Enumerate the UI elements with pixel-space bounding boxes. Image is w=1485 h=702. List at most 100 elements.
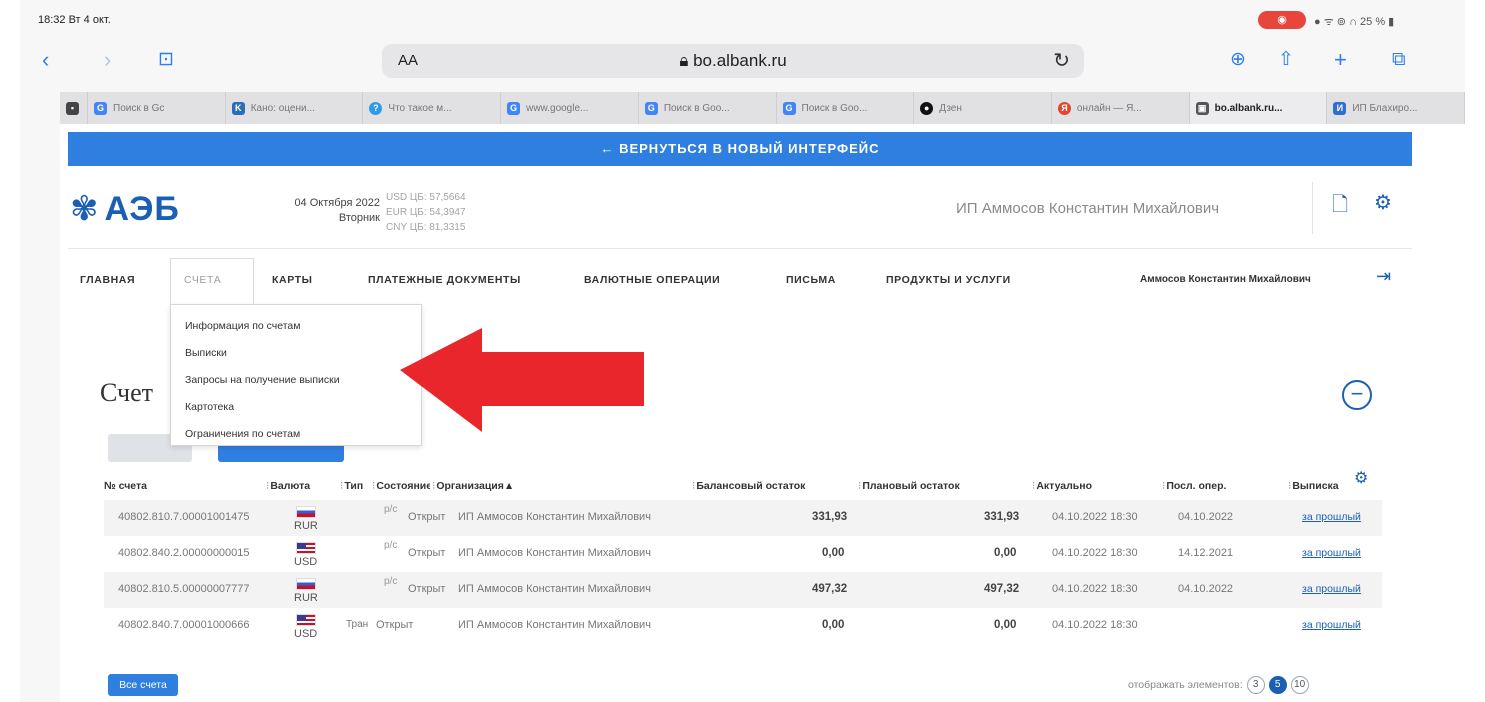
currency-code: RUR <box>294 592 318 604</box>
status-time: 18:32 Вт 4 окт. <box>38 14 111 26</box>
col-currency[interactable]: ⁝Валюта <box>266 480 310 492</box>
nav-cards[interactable]: КАРТЫ <box>272 274 313 286</box>
bank-logo[interactable]: ✾ АЭБ <box>70 186 180 232</box>
nav-letters[interactable]: ПИСЬМА <box>786 274 836 286</box>
menu-item-account-restrictions[interactable]: Ограничения по счетам <box>171 421 421 448</box>
account-number: 40802.840.2.00000000015 <box>118 547 250 559</box>
browser-tab[interactable]: ● Дзен <box>914 92 1052 124</box>
col-type[interactable]: ⁝Тип <box>340 480 363 492</box>
back-icon[interactable]: ‹ <box>42 46 49 74</box>
page-title: Счет <box>100 378 153 407</box>
account-type: р/с <box>384 504 398 515</box>
statement-link[interactable]: за прошлый <box>1302 511 1361 523</box>
settings-gear-icon[interactable]: ⚙ <box>1374 190 1392 215</box>
address-bar[interactable]: AA 🔒︎ bo.albank.ru ↻ <box>382 44 1084 78</box>
rate-cny: CNY ЦБ: 81,3315 <box>386 222 466 233</box>
page-size-option[interactable]: 3 <box>1246 676 1265 694</box>
statement-link[interactable]: за прошлый <box>1302 547 1361 559</box>
rate-usd: USD ЦБ: 57,5664 <box>386 192 466 203</box>
col-balance[interactable]: ⁝Балансовый остаток <box>692 480 805 492</box>
table-row[interactable]: 40802.810.5.00000007777 RUR р/с Открыт И… <box>104 572 1382 608</box>
accounts-dropdown-menu: Информация по счетам Выписки Запросы на … <box>170 304 422 446</box>
browser-tab[interactable]: K Кано: оцени... <box>226 92 364 124</box>
menu-item-card-index[interactable]: Картотека <box>171 394 421 421</box>
tab-favicon-icon: Я <box>1057 101 1071 115</box>
statement-link[interactable]: за прошлый <box>1302 619 1361 631</box>
logo-text: АЭБ <box>104 189 180 228</box>
url-text[interactable]: 🔒︎ bo.albank.ru <box>382 51 1084 71</box>
statement-link[interactable]: за прошлый <box>1302 583 1361 595</box>
col-statement[interactable]: ⁝Выписка <box>1288 480 1339 492</box>
bookmarks-icon[interactable]: ⊡ <box>158 46 174 74</box>
browser-tab[interactable]: G Поиск в Goo... <box>639 92 777 124</box>
currency-code: RUR <box>294 520 318 532</box>
browser-tab[interactable]: G Поиск в Gc <box>88 92 226 124</box>
tab-favicon-icon: G <box>644 101 658 115</box>
tab-favicon-icon: ● <box>920 101 934 115</box>
nav-payment-documents[interactable]: ПЛАТЕЖНЫЕ ДОКУМЕНТЫ <box>368 274 521 286</box>
menu-item-account-info[interactable]: Информация по счетам <box>171 313 421 340</box>
browser-tab-bar: ▪ G Поиск в Gc K Кано: оцени... ? Что такое… <box>60 92 1465 124</box>
col-account-number[interactable]: № счета <box>104 480 147 492</box>
return-new-interface-link[interactable]: ← ВЕРНУТЬСЯ В НОВЫЙ ИНТЕРФЕЙС <box>68 132 1412 166</box>
browser-tab[interactable]: ? Что такое м... <box>363 92 502 124</box>
col-state[interactable]: ⁝Состояние <box>372 480 430 492</box>
nav-user-name[interactable]: Аммосов Константин Михайлович <box>1140 274 1311 285</box>
col-actual[interactable]: ⁝Актуально <box>1032 480 1092 492</box>
page-size-option-active[interactable]: 5 <box>1268 676 1287 694</box>
browser-tab[interactable]: G Поиск в Goo... <box>777 92 915 124</box>
account-type: р/с <box>384 576 398 587</box>
tabs-overview-icon[interactable]: ⧉ <box>1392 46 1406 74</box>
table-settings-gear-icon[interactable]: ⚙ <box>1354 468 1368 488</box>
browser-tab-active[interactable]: ▣ bo.albank.ru... <box>1189 92 1328 124</box>
share-icon[interactable]: ⇧ <box>1278 46 1294 74</box>
planned-balance: 0,00 <box>994 547 1017 559</box>
col-last-operation[interactable]: ⁝Посл. опер. <box>1162 480 1226 492</box>
page-size-option[interactable]: 10 <box>1290 676 1309 694</box>
flag-ru-icon <box>296 578 316 590</box>
table-row[interactable]: 40802.840.2.00000000015 USD р/с Открыт И… <box>104 536 1382 572</box>
nav-home[interactable]: ГЛАВНАЯ <box>80 274 135 286</box>
download-icon[interactable]: ⊕ <box>1230 46 1246 74</box>
last-operation-date: 04.10.2022 <box>1178 583 1234 595</box>
tab-favicon-icon: K <box>231 101 245 115</box>
balance: 497,32 <box>812 583 848 595</box>
tab-favicon-icon: G <box>782 101 796 115</box>
account-number: 40802.810.5.00000007777 <box>118 583 250 595</box>
tab-close[interactable]: ▪ <box>60 92 88 124</box>
account-number: 40802.810.7.00001001475 <box>118 511 250 523</box>
reload-icon[interactable]: ↻ <box>1053 48 1070 73</box>
browser-tab[interactable]: Gwww.google... <box>501 92 639 124</box>
col-organization[interactable]: ⁝Организация▲ <box>432 480 514 492</box>
last-operation-date: 04.10.2022 <box>1178 511 1234 523</box>
flag-us-icon <box>296 614 316 626</box>
browser-tab[interactable]: И ИП Блахиро... <box>1327 92 1465 124</box>
page-size-label: отображать элементов: <box>1128 679 1243 691</box>
document-icon[interactable]: 🗋︎ <box>1332 190 1348 224</box>
ipad-screen: 18:32 Вт 4 окт. ◉ ● ᯤ ⊚ ∩ 25 % ▮ ‹ › ⊡ A… <box>20 0 1465 702</box>
currency-code: USD <box>294 628 318 640</box>
all-accounts-button[interactable]: Все счета <box>108 674 178 696</box>
table-row[interactable]: 40802.840.7.00001000666 USD Тран Открыт … <box>104 608 1382 644</box>
menu-item-statement-requests[interactable]: Запросы на получение выписки <box>171 367 421 394</box>
menu-item-statements[interactable]: Выписки <box>171 340 421 367</box>
actual-date: 04.10.2022 18:30 <box>1052 511 1138 523</box>
screen-recording-icon[interactable]: ◉ <box>1258 11 1306 29</box>
collapse-minus-icon[interactable]: − <box>1342 380 1372 410</box>
browser-tab[interactable]: Яонлайн — Я... <box>1052 92 1190 124</box>
actual-date: 04.10.2022 18:30 <box>1052 619 1138 631</box>
tab-favicon-icon: ▣ <box>1195 101 1209 115</box>
table-row[interactable]: 40802.810.7.00001001475 RUR р/с Открыт И… <box>104 500 1382 536</box>
forward-icon[interactable]: › <box>104 46 111 74</box>
currency-rates: USD ЦБ: 57,5664 EUR ЦБ: 54,3947 CNY ЦБ: … <box>386 190 466 235</box>
nav-products-services[interactable]: ПРОДУКТЫ И УСЛУГИ <box>886 274 1011 286</box>
company-name: ИП Аммосов Константин Михайлович <box>956 200 1220 217</box>
new-tab-icon[interactable]: + <box>1334 46 1347 74</box>
account-state: Открыт <box>408 511 446 523</box>
nav-accounts[interactable]: СЧЕТА <box>184 274 221 286</box>
nav-currency-operations[interactable]: ВАЛЮТНЫЕ ОПЕРАЦИИ <box>584 274 720 286</box>
logout-icon[interactable]: ⇥ <box>1376 266 1391 287</box>
balance: 331,93 <box>812 511 848 523</box>
account-state: Открыт <box>376 619 414 631</box>
col-planned[interactable]: ⁝Плановый остаток <box>858 480 960 492</box>
